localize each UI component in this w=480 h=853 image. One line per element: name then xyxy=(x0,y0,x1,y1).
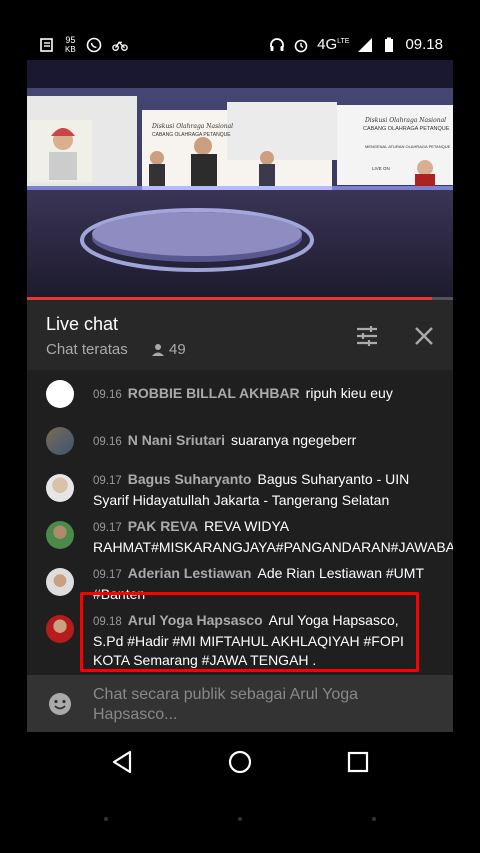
message-time: 09.17 xyxy=(93,522,122,534)
chat-message[interactable]: 09.17 Bagus Suharyanto Bagus Suharyanto - … xyxy=(27,471,453,514)
live-chat-header: Live chat Chat teratas 49 xyxy=(27,300,453,370)
avatar xyxy=(46,521,74,549)
person-icon xyxy=(152,343,164,356)
alarm-icon xyxy=(294,39,308,52)
emoji-icon[interactable] xyxy=(48,692,72,716)
chat-input-bar[interactable]: Chat secara publik sebagai Arul Yoga Hap… xyxy=(27,675,453,732)
recents-icon[interactable] xyxy=(345,749,371,775)
avatar xyxy=(46,615,74,643)
chat-mode-selector[interactable]: Chat teratas xyxy=(46,341,128,358)
phone-screen: 95 KB 4GLTE 09.18 Diskusi Olahraga Nasio… xyxy=(27,30,453,790)
chat-message[interactable]: 09.17 PAK REVA REVA WIDYA RAHMAT#MISKARANG… xyxy=(27,518,453,561)
message-time: 09.17 xyxy=(93,475,122,487)
network-type: 4GLTE xyxy=(317,36,350,53)
avatar xyxy=(46,474,74,502)
bezel-dot xyxy=(104,817,108,821)
message-text: ripuh kieu euy xyxy=(305,385,393,401)
navigation-bar xyxy=(27,732,453,790)
studio-scene: Diskusi Olahraga Nasional CABANG OLAHRAG… xyxy=(27,60,453,300)
message-author: ROBBIE BILLAL AKHBAR xyxy=(127,385,300,401)
slide-right-title: Diskusi Olahraga Nasional xyxy=(364,117,446,124)
avatar xyxy=(46,380,74,408)
whatsapp-icon xyxy=(86,37,101,53)
slide-right-live: LIVE ON xyxy=(372,166,390,171)
message-time: 09.16 xyxy=(93,436,122,448)
avatar xyxy=(46,427,74,455)
close-icon[interactable] xyxy=(412,324,436,348)
slide-right-line: MENGENAL ATURAN OLAHRAGA PETANQUE xyxy=(365,144,451,149)
headset-icon xyxy=(270,37,285,51)
home-icon[interactable] xyxy=(227,749,253,775)
status-bar: 95 KB 4GLTE 09.18 xyxy=(27,30,453,60)
video-player[interactable]: Diskusi Olahraga Nasional CABANG OLAHRAG… xyxy=(27,60,453,300)
message-time: 09.16 xyxy=(93,389,122,401)
chat-message[interactable]: 09.16 ROBBIE BILLAL AKHBAR ripuh kieu euy xyxy=(27,380,453,408)
clock: 09.18 xyxy=(405,36,443,53)
viewer-count: 49 xyxy=(151,341,186,358)
bike-icon xyxy=(111,41,128,51)
message-time: 09.17 xyxy=(93,569,122,581)
bezel-dot xyxy=(372,817,376,821)
slide-right-sub: CABANG OLAHRAGA PETANQUE xyxy=(363,126,450,132)
viewer-count-value: 49 xyxy=(169,341,186,358)
signal-icon xyxy=(358,37,373,52)
back-icon[interactable] xyxy=(110,749,136,775)
message-author: Aderian Lestiawan xyxy=(127,565,252,581)
avatar xyxy=(46,568,74,596)
filter-icon[interactable] xyxy=(355,324,379,348)
notes-icon xyxy=(40,38,53,52)
message-text: suaranya ngegeberr xyxy=(231,432,357,448)
slide-left-sub: CABANG OLAHRAGA PETANQUE xyxy=(152,132,231,138)
live-chat-title: Live chat xyxy=(46,314,119,334)
slide-left-title: Diskusi Olahraga Nasional xyxy=(151,123,233,130)
data-speed: 95 KB xyxy=(65,35,76,55)
chat-message[interactable]: 09.16 N Nani Sriutari suaranya ngegeberr xyxy=(27,427,453,455)
chat-input-field[interactable]: Chat secara publik sebagai Arul Yoga Hap… xyxy=(93,685,433,725)
bezel-dot xyxy=(238,817,242,821)
battery-icon xyxy=(385,37,394,52)
highlight-box xyxy=(80,592,419,672)
message-author: PAK REVA xyxy=(127,518,199,534)
message-author: Bagus Suharyanto xyxy=(127,471,252,487)
message-author: N Nani Sriutari xyxy=(127,432,226,448)
